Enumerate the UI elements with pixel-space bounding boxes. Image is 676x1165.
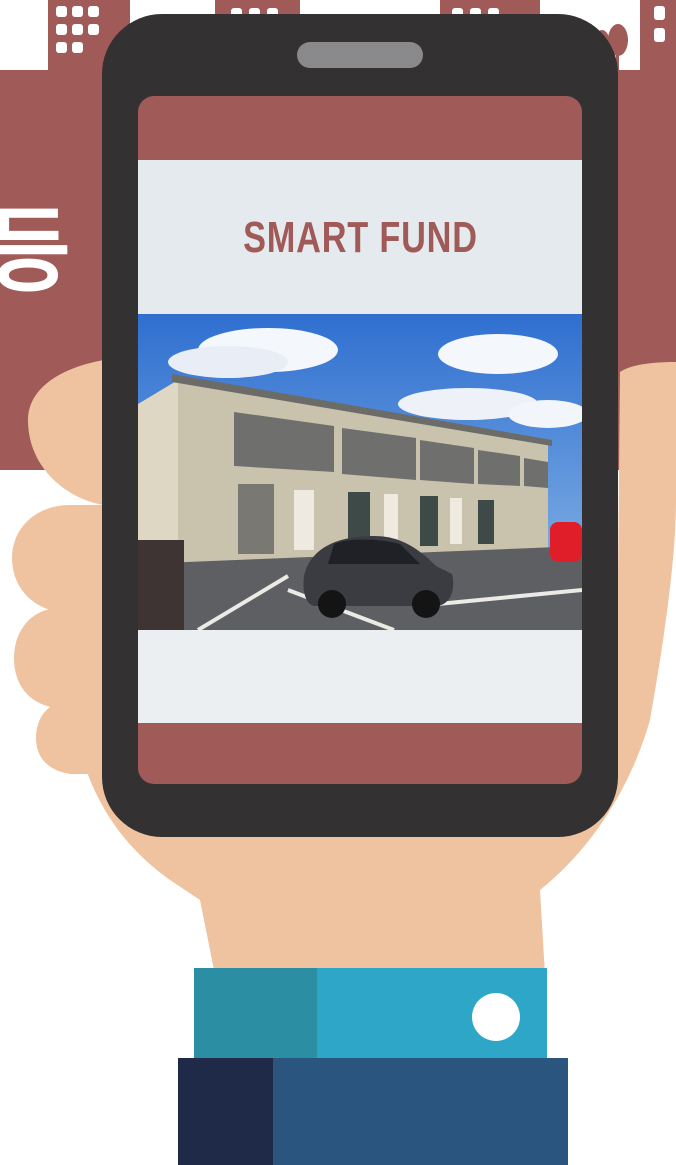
screen-footer xyxy=(138,630,582,723)
property-photo[interactable] xyxy=(138,314,582,630)
circle-button-icon xyxy=(472,993,520,1041)
brand-title: SMART FUND xyxy=(242,213,478,262)
screen-header: SMART FUND xyxy=(138,160,582,316)
sleeve-shadow xyxy=(178,1058,273,1165)
sleeve xyxy=(273,1058,568,1165)
phone-speaker xyxy=(297,42,423,68)
sleeve-band-left xyxy=(194,968,317,1058)
property-photo-illustration xyxy=(138,314,582,630)
